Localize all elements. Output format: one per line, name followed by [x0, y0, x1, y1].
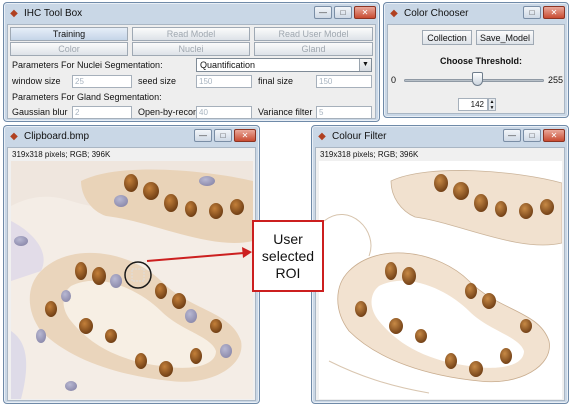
annotation-line-2: selected: [261, 247, 315, 264]
imagej-app-icon: ◆: [10, 7, 18, 19]
close-button[interactable]: ✕: [543, 6, 565, 19]
gland-seg-label: Parameters For Gland Segmentation:: [12, 92, 162, 102]
open-by-recon-field[interactable]: 40: [196, 106, 252, 119]
seed-size-field[interactable]: 150: [196, 75, 252, 88]
open-by-recon-label: Open-by-recon: [138, 107, 199, 117]
clipboard-titlebar[interactable]: ◆ Clipboard.bmp — □ ✕: [4, 126, 259, 146]
imagej-app-icon: ◆: [318, 130, 326, 142]
toolbox-titlebar[interactable]: ◆ IHC Tool Box — □ ✕: [4, 3, 379, 23]
variance-filter-label: Variance filter: [258, 107, 313, 117]
close-button[interactable]: ✕: [354, 6, 376, 19]
colour-filter-client: 319x318 pixels; RGB; 396K: [315, 147, 565, 401]
ihc-toolbox-window: ◆ IHC Tool Box — □ ✕ Training Read Model…: [3, 2, 380, 122]
clipboard-window: ◆ Clipboard.bmp — □ ✕ 319x318 pixels; RG…: [3, 125, 260, 404]
read-model-button[interactable]: Read Model: [132, 27, 250, 41]
minimize-button[interactable]: —: [503, 129, 521, 142]
close-button[interactable]: ✕: [234, 129, 256, 142]
colour-filter-titlebar[interactable]: ◆ Colour Filter — □ ✕: [312, 126, 568, 146]
gland-button[interactable]: Gland: [254, 42, 373, 56]
filtered-image-svg: [319, 161, 562, 399]
variance-filter-field[interactable]: 5: [316, 106, 372, 119]
final-size-field[interactable]: 150: [316, 75, 372, 88]
colour-filter-title: Colour Filter: [332, 130, 387, 142]
window-size-label: window size: [12, 76, 61, 86]
slider-max-label: 255: [548, 75, 564, 85]
nuclei-button[interactable]: Nuclei: [132, 42, 250, 56]
read-user-model-button[interactable]: Read User Model: [254, 27, 373, 41]
toolbox-client: Training Read Model Read User Model Colo…: [7, 24, 376, 119]
final-size-label: final size: [258, 76, 294, 86]
color-chooser-window: ◆ Color Chooser □ ✕ Collection Save_Mode…: [383, 2, 569, 118]
threshold-spinner[interactable]: 142: [458, 98, 488, 111]
window-size-field[interactable]: 25: [72, 75, 132, 88]
color-chooser-titlebar[interactable]: ◆ Color Chooser □ ✕: [384, 3, 568, 23]
tissue-image-svg: [11, 161, 253, 399]
maximize-button[interactable]: □: [214, 129, 232, 142]
collection-button[interactable]: Collection: [422, 30, 472, 45]
tissue-image-filtered[interactable]: [319, 161, 562, 399]
annotation-line-1: User: [273, 230, 303, 247]
color-chooser-title: Color Chooser: [404, 7, 469, 19]
threshold-slider-thumb[interactable]: [472, 72, 483, 86]
color-button[interactable]: Color: [10, 42, 128, 56]
save-model-button[interactable]: Save_Model: [476, 30, 534, 45]
chevron-down-icon[interactable]: ▼: [359, 59, 371, 71]
tissue-image-original[interactable]: [11, 161, 253, 399]
nuclei-mode-value: Quantification: [200, 60, 256, 70]
minimize-button[interactable]: —: [194, 129, 212, 142]
slider-min-label: 0: [391, 75, 397, 85]
gaussian-blur-field[interactable]: 2: [72, 106, 132, 119]
gaussian-blur-label: Gaussian blur: [12, 107, 68, 117]
color-chooser-client: Collection Save_Model Choose Threshold: …: [387, 24, 565, 114]
nuclei-seg-label: Parameters For Nuclei Segmentation:: [12, 60, 163, 70]
annotation-line-3: ROI: [275, 264, 301, 281]
imagej-app-icon: ◆: [10, 130, 18, 142]
imagej-app-icon: ◆: [390, 7, 398, 19]
nuclei-mode-select[interactable]: Quantification ▼: [196, 58, 372, 72]
maximize-button[interactable]: □: [523, 6, 541, 19]
seed-size-label: seed size: [138, 76, 177, 86]
training-button[interactable]: Training: [10, 27, 128, 41]
toolbox-title: IHC Tool Box: [24, 7, 83, 19]
roi-annotation-box: User selected ROI: [252, 220, 324, 292]
threshold-label: Choose Threshold:: [440, 56, 523, 66]
maximize-button[interactable]: □: [523, 129, 541, 142]
maximize-button[interactable]: □: [334, 6, 352, 19]
minimize-button[interactable]: —: [314, 6, 332, 19]
colour-filter-window: ◆ Colour Filter — □ ✕ 319x318 pixels; RG…: [311, 125, 569, 404]
spinner-arrows[interactable]: ▲ ▼: [488, 98, 496, 111]
clipboard-client: 319x318 pixels; RGB; 396K: [7, 147, 256, 401]
clipboard-title: Clipboard.bmp: [24, 130, 90, 142]
colour-filter-image-info: 319x318 pixels; RGB; 396K: [320, 150, 419, 159]
close-button[interactable]: ✕: [543, 129, 565, 142]
clipboard-image-info: 319x318 pixels; RGB; 396K: [12, 150, 111, 159]
